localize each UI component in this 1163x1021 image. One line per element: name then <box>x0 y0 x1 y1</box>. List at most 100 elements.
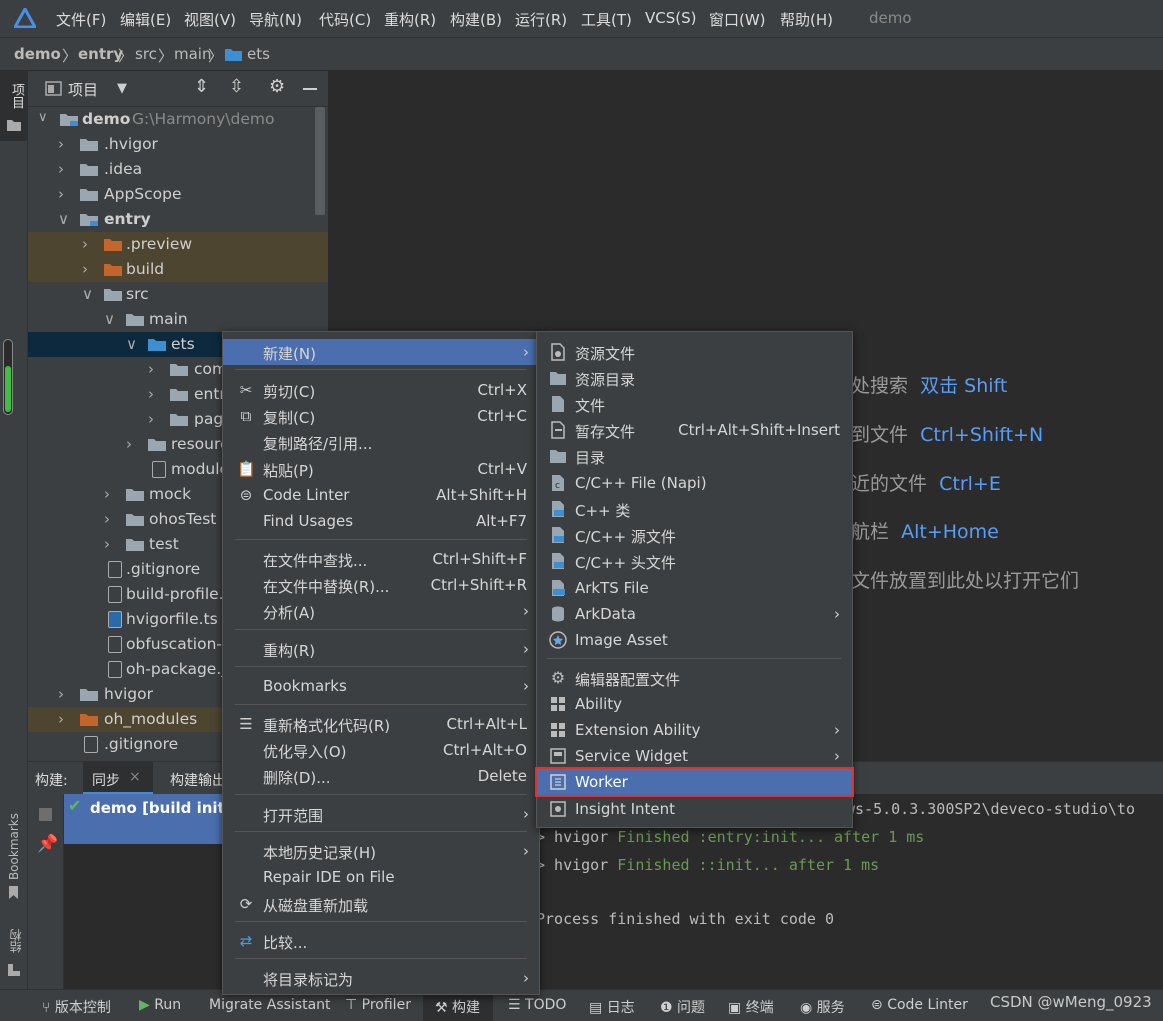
chevron-down-icon[interactable]: ∨ <box>126 335 138 353</box>
chevron-right-icon[interactable]: › <box>58 135 70 153</box>
menu-item-paste[interactable]: 📋 粘贴(P) Ctrl+V <box>223 456 539 482</box>
status-vcs[interactable]: ⑂ 版本控制 <box>42 997 111 1017</box>
memory-indicator[interactable] <box>3 339 13 415</box>
menu-item-reformat[interactable]: ☰ 重新格式化代码(R) Ctrl+Alt+L <box>223 711 539 737</box>
menu-item-new[interactable]: 新建(N) › <box>223 339 539 365</box>
status-code-linter[interactable]: ⊜ Code Linter <box>871 997 968 1013</box>
status-problems[interactable]: ❶ 问题 <box>660 997 705 1017</box>
menu-item-delete[interactable]: 删除(D)... Delete <box>223 763 539 789</box>
submenu-item-resource-dir[interactable]: 资源目录 <box>537 365 852 391</box>
status-profiler[interactable]: ⊤ Profiler <box>345 997 411 1013</box>
status-todo[interactable]: ☰ TODO <box>508 997 566 1013</box>
build-tree-row-selected[interactable]: ✔ demo [build init]: <box>64 794 238 844</box>
submenu-item-cpp-class[interactable]: C++ 类 <box>537 496 852 522</box>
status-log[interactable]: ▤ 日志 <box>589 997 635 1017</box>
submenu-item-resource-file[interactable]: 资源文件 <box>537 339 852 365</box>
tree-row[interactable]: ∨ src <box>28 282 328 307</box>
tab-sync[interactable]: 同步 × <box>83 762 153 795</box>
status-build[interactable]: ⚒ 构建 <box>435 997 480 1017</box>
breadcrumb-main[interactable]: main <box>174 45 211 63</box>
menu-item-reload-from-disk[interactable]: ⟳ 从磁盘重新加载 <box>223 891 539 917</box>
breadcrumb-entry[interactable]: entry <box>78 45 123 63</box>
project-tool-tab[interactable]: 项目 <box>0 71 28 141</box>
project-panel-title[interactable]: 项目 <box>68 79 98 100</box>
menu-tools[interactable]: 工具(T) <box>581 9 632 30</box>
tree-row[interactable]: › build <box>28 257 328 282</box>
bookmarks-tool-tab[interactable]: Bookmarks <box>7 813 21 880</box>
submenu-item-service-widget[interactable]: Service Widget › <box>537 743 852 769</box>
chevron-right-icon[interactable]: › <box>58 685 70 703</box>
gear-icon[interactable]: ⚙ <box>269 76 285 97</box>
menu-item-compare[interactable]: ⇄ 比较... <box>223 928 539 954</box>
menu-code[interactable]: 代码(C) <box>319 9 371 30</box>
submenu-item-insight-intent[interactable]: Insight Intent <box>537 796 852 822</box>
chevron-down-icon[interactable]: ∨ <box>38 110 50 125</box>
stop-icon[interactable] <box>39 808 52 821</box>
tree-row[interactable]: › .preview <box>28 232 328 257</box>
submenu-item-file[interactable]: 文件 <box>537 391 852 417</box>
tab-build-output[interactable]: 构建输出 <box>170 770 226 790</box>
menu-vcs[interactable]: VCS(S) <box>645 9 696 27</box>
breadcrumb-ets[interactable]: ets <box>247 45 270 63</box>
chevron-down-icon[interactable]: ∨ <box>104 310 116 328</box>
expand-all-icon[interactable]: ⇕ <box>194 76 209 97</box>
hide-panel-icon[interactable] <box>303 88 317 90</box>
tree-row[interactable]: ∨ main <box>28 307 328 332</box>
chevron-right-icon[interactable]: › <box>148 385 160 403</box>
chevron-right-icon[interactable]: › <box>148 360 160 378</box>
menu-item-cut[interactable]: ✂ 剪切(C) Ctrl+X <box>223 377 539 403</box>
tree-row-demo[interactable]: ∨ demo G:\Harmony\demo <box>28 107 328 132</box>
chevron-down-icon[interactable]: ▼ <box>117 81 127 96</box>
menu-file[interactable]: 文件(F) <box>56 9 106 30</box>
menu-item-find-in-files[interactable]: 在文件中查找... Ctrl+Shift+F <box>223 546 539 572</box>
menu-item-local-history[interactable]: 本地历史记录(H) › <box>223 838 539 864</box>
submenu-item-arkdata[interactable]: ArkData › <box>537 601 852 627</box>
menu-item-code-linter[interactable]: ⊜ Code Linter Alt+Shift+H <box>223 482 539 508</box>
status-run[interactable]: ▶ Run <box>139 997 181 1013</box>
menu-run[interactable]: 运行(R) <box>515 9 567 30</box>
status-migrate-assistant[interactable]: Migrate Assistant <box>209 997 331 1013</box>
chevron-right-icon[interactable]: › <box>104 535 116 553</box>
menu-item-analyze[interactable]: 分析(A) › <box>223 598 539 624</box>
submenu-item-arkts-file[interactable]: ArkTS File <box>537 575 852 601</box>
tree-row[interactable]: ∨ entry <box>28 207 328 232</box>
menu-item-replace-in-files[interactable]: 在文件中替换(R)... Ctrl+Shift+R <box>223 572 539 598</box>
menu-item-refactor[interactable]: 重构(R) › <box>223 636 539 662</box>
chevron-right-icon[interactable]: › <box>126 435 138 453</box>
chevron-right-icon[interactable]: › <box>58 710 70 728</box>
menu-item-copy-path[interactable]: 复制路径/引用... <box>223 429 539 455</box>
menu-window[interactable]: 窗口(W) <box>709 9 766 30</box>
submenu-item-extension-ability[interactable]: Extension Ability › <box>537 717 852 743</box>
submenu-item-image-asset[interactable]: Image Asset <box>537 627 852 653</box>
menu-item-copy[interactable]: ⧉ 复制(C) Ctrl+C <box>223 403 539 429</box>
menu-item-bookmarks[interactable]: Bookmarks › <box>223 673 539 699</box>
status-terminal[interactable]: ▣ 终端 <box>728 997 774 1017</box>
menu-refactor[interactable]: 重构(R) <box>384 9 436 30</box>
chevron-right-icon[interactable]: › <box>104 485 116 503</box>
submenu-item-editorconfig[interactable]: ⚙ 编辑器配置文件 <box>537 665 852 691</box>
submenu-item-scratch-file[interactable]: 暂存文件 Ctrl+Alt+Shift+Insert <box>537 417 852 443</box>
menu-item-open-in[interactable]: 打开范围 › <box>223 801 539 827</box>
chevron-right-icon[interactable]: › <box>104 510 116 528</box>
submenu-item-directory[interactable]: 目录 <box>537 443 852 469</box>
chevron-down-icon[interactable]: ∨ <box>82 285 94 303</box>
close-icon[interactable]: × <box>129 769 141 785</box>
breadcrumb-demo[interactable]: demo <box>14 45 61 63</box>
chevron-right-icon[interactable]: › <box>148 410 160 428</box>
collapse-all-icon[interactable]: ⇳ <box>229 76 244 97</box>
chevron-right-icon[interactable]: › <box>82 235 94 253</box>
pin-icon[interactable]: 📌 <box>37 834 58 854</box>
structure-tool-tab[interactable]: 结构 <box>7 929 24 953</box>
tree-row[interactable]: › .hvigor <box>28 132 328 157</box>
submenu-item-ability[interactable]: Ability <box>537 691 852 717</box>
chevron-right-icon[interactable]: › <box>58 185 70 203</box>
menu-item-find-usages[interactable]: Find Usages Alt+F7 <box>223 508 539 534</box>
submenu-item-cpp-header[interactable]: C/C++ 头文件 <box>537 548 852 574</box>
menu-item-optimize-imports[interactable]: 优化导入(O) Ctrl+Alt+O <box>223 737 539 763</box>
menu-build[interactable]: 构建(B) <box>450 9 502 30</box>
menu-view[interactable]: 视图(V) <box>184 9 236 30</box>
menu-help[interactable]: 帮助(H) <box>780 9 833 30</box>
submenu-item-worker[interactable]: Worker <box>535 767 854 797</box>
submenu-item-cpp-source[interactable]: C/C++ 源文件 <box>537 522 852 548</box>
chevron-right-icon[interactable]: › <box>82 260 94 278</box>
